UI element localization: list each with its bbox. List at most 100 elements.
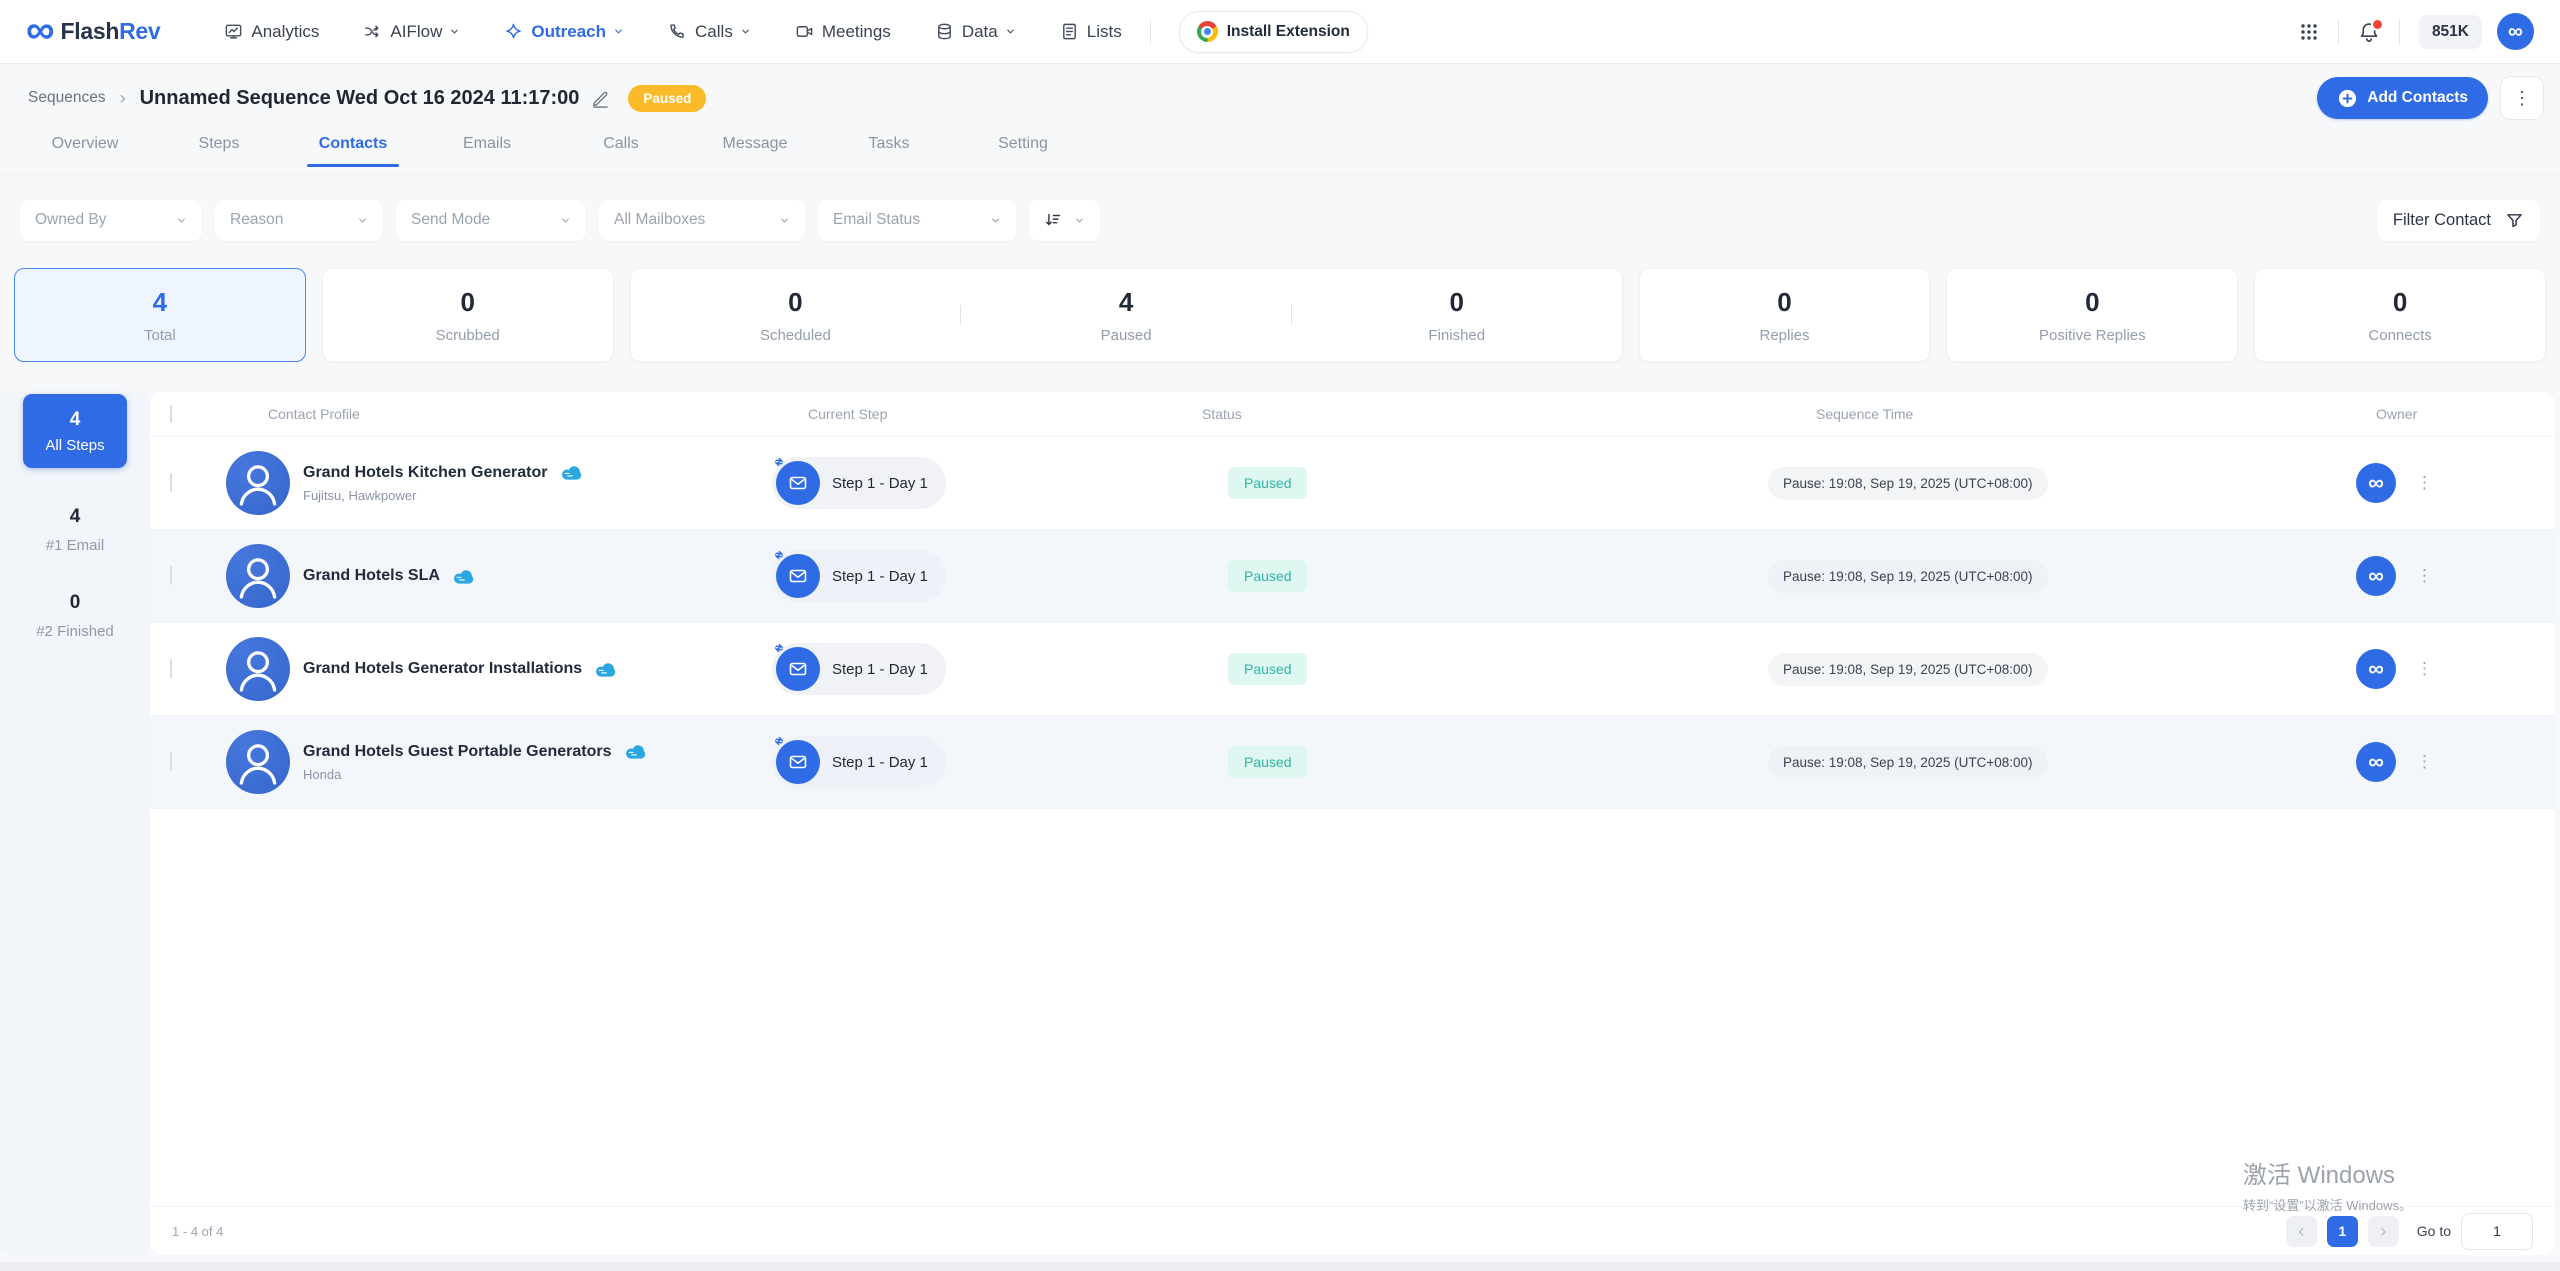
nav-item-outreach[interactable]: Outreach bbox=[504, 22, 624, 42]
status-badge: Paused bbox=[1228, 560, 1307, 592]
nav-item-lists[interactable]: Lists bbox=[1060, 22, 1122, 42]
chevron-down-icon bbox=[990, 215, 1001, 226]
current-step-pill: Step 1 - Day 1 bbox=[772, 550, 946, 602]
prev-page-button[interactable]: ‹ bbox=[2286, 1216, 2317, 1247]
chevron-down-icon bbox=[357, 215, 368, 226]
contact-avatar bbox=[226, 637, 290, 701]
stat-cell-finished[interactable]: 0 Finished bbox=[1292, 269, 1622, 361]
column-header-sequence-time: Sequence Time bbox=[1768, 406, 2348, 422]
table-row: Grand Hotels Guest Portable Generators H… bbox=[150, 716, 2555, 809]
credits-badge[interactable]: 851K bbox=[2419, 15, 2482, 49]
owner-avatar[interactable]: ∞ bbox=[2356, 556, 2396, 596]
row-more-button[interactable]: ⋮ bbox=[2416, 752, 2434, 772]
owned-by-dropdown[interactable]: Owned By bbox=[20, 200, 202, 241]
tab-tasks[interactable]: Tasks bbox=[822, 126, 956, 153]
owner-avatar[interactable]: ∞ bbox=[2356, 649, 2396, 689]
sort-order-dropdown[interactable] bbox=[1029, 200, 1100, 241]
email-status-dropdown[interactable]: Email Status bbox=[818, 200, 1016, 241]
repeat-icon bbox=[773, 642, 785, 654]
repeat-icon bbox=[773, 735, 785, 747]
bottom-strip bbox=[0, 1262, 2560, 1271]
sidebar-item-all-steps[interactable]: 4 All Steps bbox=[23, 394, 127, 468]
contact-filters: Owned By Reason Send Mode All Mailboxes … bbox=[0, 192, 2560, 248]
install-extension-button[interactable]: Install Extension bbox=[1179, 11, 1368, 53]
owner-avatar[interactable]: ∞ bbox=[2356, 463, 2396, 503]
aiflow-icon bbox=[363, 22, 382, 41]
nav-item-data[interactable]: Data bbox=[935, 22, 1016, 42]
tab-emails[interactable]: Emails bbox=[420, 126, 554, 153]
status-badge: Paused bbox=[1228, 653, 1307, 685]
nav-item-aiflow[interactable]: AIFlow bbox=[363, 22, 460, 42]
sequence-more-button[interactable]: ⋮ bbox=[2500, 76, 2544, 120]
stat-cell-scheduled[interactable]: 0 Scheduled bbox=[631, 269, 961, 361]
mailboxes-dropdown[interactable]: All Mailboxes bbox=[599, 200, 805, 241]
table-row: Grand Hotels SLA Step 1 - Day 1 Paused P… bbox=[150, 530, 2555, 623]
nav-item-analytics[interactable]: Analytics bbox=[224, 22, 319, 42]
stat-card-connects[interactable]: 0 Connects bbox=[2254, 268, 2546, 362]
topbar-divider bbox=[2399, 19, 2400, 45]
sidebar-item-step1-email[interactable]: 4 #1 Email bbox=[0, 506, 150, 554]
tab-message[interactable]: Message bbox=[688, 126, 822, 153]
steps-sidebar: 4 All Steps 4 #1 Email 0 #2 Finished bbox=[0, 392, 150, 1255]
sequence-time-pill: Pause: 19:08, Sep 19, 2025 (UTC+08:00) bbox=[1768, 560, 2048, 593]
sidebar-item-step2-finished[interactable]: 0 #2 Finished bbox=[0, 592, 150, 640]
tab-calls[interactable]: Calls bbox=[554, 126, 688, 153]
stat-card-scrubbed[interactable]: 0 Scrubbed bbox=[322, 268, 614, 362]
breadcrumb-sequences-link[interactable]: Sequences bbox=[28, 89, 106, 107]
row-checkbox[interactable] bbox=[170, 752, 172, 771]
data-icon bbox=[935, 22, 954, 41]
row-checkbox[interactable] bbox=[170, 659, 172, 678]
goto-page-input[interactable] bbox=[2461, 1213, 2533, 1250]
owner-avatar[interactable]: ∞ bbox=[2356, 742, 2396, 782]
select-all-checkbox[interactable] bbox=[170, 405, 172, 423]
row-checkbox[interactable] bbox=[170, 473, 172, 492]
salesforce-cloud-badge-icon bbox=[449, 568, 474, 585]
stat-cell-paused[interactable]: 4 Paused bbox=[961, 269, 1291, 361]
column-header-contact-profile: Contact Profile bbox=[206, 406, 770, 422]
row-more-button[interactable]: ⋮ bbox=[2416, 659, 2434, 679]
add-contacts-button[interactable]: Add Contacts bbox=[2317, 77, 2488, 119]
stat-card-total[interactable]: 4 Total bbox=[14, 268, 306, 362]
user-avatar[interactable]: ∞ bbox=[2497, 13, 2534, 50]
nav-item-calls[interactable]: Calls bbox=[668, 22, 751, 42]
pagination: ‹ 1 › Go to bbox=[2286, 1213, 2533, 1250]
tab-setting[interactable]: Setting bbox=[956, 126, 1090, 153]
current-page-button[interactable]: 1 bbox=[2327, 1216, 2358, 1247]
tab-steps[interactable]: Steps bbox=[152, 126, 286, 153]
row-more-button[interactable]: ⋮ bbox=[2416, 473, 2434, 493]
status-badge: Paused bbox=[1228, 746, 1307, 778]
filter-contact-button[interactable]: Filter Contact bbox=[2377, 200, 2540, 241]
sequence-time-pill: Pause: 19:08, Sep 19, 2025 (UTC+08:00) bbox=[1768, 467, 2048, 500]
table-row: Grand Hotels Generator Installations Ste… bbox=[150, 623, 2555, 716]
sequence-header: Sequences › Unnamed Sequence Wed Oct 16 … bbox=[0, 70, 2560, 126]
lists-icon bbox=[1060, 22, 1079, 41]
send-mode-dropdown[interactable]: Send Mode bbox=[396, 200, 586, 241]
contacts-table: Contact Profile Current Step Status Sequ… bbox=[150, 392, 2555, 1255]
next-page-button[interactable]: › bbox=[2368, 1216, 2399, 1247]
row-checkbox[interactable] bbox=[170, 566, 172, 585]
current-step-pill: Step 1 - Day 1 bbox=[772, 643, 946, 695]
meetings-icon bbox=[795, 22, 814, 41]
chevron-down-icon bbox=[1074, 215, 1085, 226]
edit-title-button[interactable] bbox=[591, 89, 610, 108]
sort-descending-icon bbox=[1044, 211, 1062, 229]
tab-contacts[interactable]: Contacts bbox=[286, 126, 420, 167]
column-header-current-step: Current Step bbox=[770, 406, 1196, 422]
flashrev-logo[interactable]: ∞ FlashRev bbox=[26, 18, 160, 45]
tab-overview[interactable]: Overview bbox=[18, 126, 152, 153]
contact-avatar bbox=[226, 730, 290, 794]
notifications-button[interactable] bbox=[2358, 21, 2380, 43]
chevron-down-icon bbox=[560, 215, 571, 226]
flashrev-app: ∞ FlashRev Analytics AIFlow Outreach Cal… bbox=[0, 0, 2560, 1271]
stat-card-replies[interactable]: 0 Replies bbox=[1639, 268, 1931, 362]
top-navigation-bar: ∞ FlashRev Analytics AIFlow Outreach Cal… bbox=[0, 0, 2560, 64]
nav-item-meetings[interactable]: Meetings bbox=[795, 22, 891, 42]
table-row: Grand Hotels Kitchen Generator Fujitsu, … bbox=[150, 437, 2555, 530]
apps-grid-button[interactable] bbox=[2299, 22, 2319, 42]
breadcrumb-chevron-icon: › bbox=[120, 88, 126, 109]
sequence-tabs: Overview Steps Contacts Emails Calls Mes… bbox=[0, 126, 2560, 175]
reason-dropdown[interactable]: Reason bbox=[215, 200, 383, 241]
contact-stats: 4 Total 0 Scrubbed 0 Scheduled 4 Paused … bbox=[0, 268, 2560, 362]
stat-card-positive-replies[interactable]: 0 Positive Replies bbox=[1946, 268, 2238, 362]
row-more-button[interactable]: ⋮ bbox=[2416, 566, 2434, 586]
